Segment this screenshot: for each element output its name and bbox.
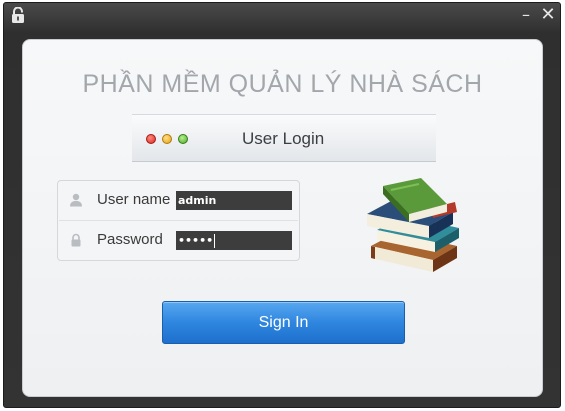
red-dot-icon: [146, 134, 156, 144]
login-header: User Login: [132, 114, 436, 162]
password-label: Password: [97, 231, 163, 248]
text-caret: [214, 234, 216, 248]
login-panel: PHẦN MỀM QUẢN LÝ NHÀ SÁCH User Login Use…: [22, 39, 543, 397]
green-dot-icon: [178, 134, 188, 144]
login-form: User name admin Password •••••: [57, 180, 300, 261]
password-value: •••••: [178, 234, 214, 247]
app-title: PHẦN MỀM QUẢN LÝ NHÀ SÁCH: [82, 70, 483, 98]
lock-icon: [71, 233, 81, 247]
books-icon: [367, 178, 459, 272]
username-label: User name: [97, 191, 171, 208]
login-title: User Login: [242, 129, 325, 148]
user-icon: [70, 193, 82, 207]
username-field[interactable]: admin: [176, 191, 292, 210]
title-bar[interactable]: – ✕: [4, 3, 560, 29]
form-divider: [59, 220, 298, 221]
lock-icon: [12, 7, 24, 23]
yellow-dot-icon: [162, 134, 172, 144]
password-field[interactable]: •••••: [176, 231, 292, 250]
sign-in-button[interactable]: Sign In: [162, 301, 405, 344]
login-window: – ✕ PHẦN MỀM QUẢN LÝ NHÀ SÁCH User Login…: [3, 2, 561, 408]
minimize-button[interactable]: –: [517, 6, 535, 24]
close-button[interactable]: ✕: [539, 6, 557, 24]
